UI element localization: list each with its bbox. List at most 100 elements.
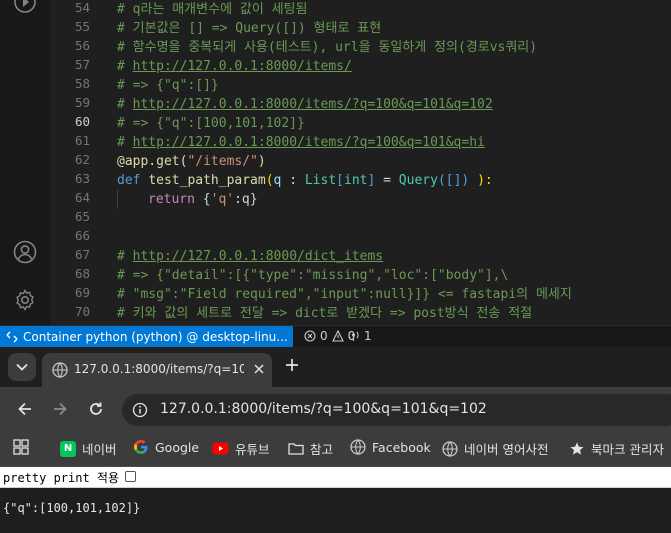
ports-count: 1 (364, 329, 372, 343)
error-icon (304, 330, 316, 342)
bookmark-google[interactable]: Google (133, 439, 199, 455)
keyword-def: def (117, 173, 141, 188)
bracket-open: [ (336, 173, 344, 188)
line-number: 57 (74, 57, 90, 72)
line-number: 54 (74, 0, 90, 15)
comment-hash: # (117, 59, 133, 74)
folder-icon (288, 442, 304, 455)
comment-hash: # (117, 249, 133, 264)
comment-link[interactable]: http://127.0.0.1:8000/items/?q=100&q=101… (133, 135, 485, 150)
google-icon (134, 440, 148, 454)
bookmark-label: Facebook (372, 439, 431, 455)
comment-hash: # (117, 135, 133, 150)
code-line-70: # 키와 값의 세트로 전달 => dict로 받겠다 => post방식 전송… (117, 306, 533, 321)
comment-link[interactable]: http://127.0.0.1:8000/dict_items (133, 249, 383, 264)
bookmark-youtube[interactable]: 유튜브 (212, 439, 270, 458)
paren-close: ): (477, 173, 493, 188)
tab-strip: 127.0.0.1:8000/items/?q=100&q=101&q=102 (0, 347, 671, 387)
facebook-icon (350, 439, 366, 455)
brace-open: { (194, 192, 211, 207)
line-number: 68 (74, 266, 90, 281)
code-line-59: # http://127.0.0.1:8000/items/?q=100&q=1… (117, 95, 493, 114)
browser-tab[interactable]: 127.0.0.1:8000/items/?q=100&q=101&q=102 (42, 353, 272, 387)
back-icon[interactable] (16, 400, 34, 418)
code-editor: 54 55 56 57 58 59 60 61 62 63 64 65 66 6… (0, 0, 671, 325)
page-content: pretty print 적용 {"q":[100,101,102]} (0, 467, 671, 533)
line-number: 59 (74, 95, 90, 110)
run-debug-icon[interactable] (13, 0, 37, 14)
apps-button[interactable] (13, 439, 29, 455)
bookmark-label: 유튜브 (235, 442, 270, 457)
comment-link[interactable]: http://127.0.0.1:8000/items/ (133, 59, 352, 74)
query-class: Query (398, 173, 438, 188)
type-int: int (344, 173, 368, 188)
line-number-active: 60 (74, 114, 90, 129)
reload-icon[interactable] (87, 400, 105, 418)
dict-key-string: 'q' (210, 192, 235, 207)
route-string: "/items/" (187, 154, 258, 169)
comment-hash: # (117, 97, 133, 112)
apps-grid-icon (13, 439, 29, 455)
pretty-print-bar: pretty print 적용 (0, 467, 671, 488)
json-response: {"q":[100,101,102]} (3, 501, 141, 515)
account-icon[interactable] (13, 240, 37, 264)
line-number: 66 (74, 228, 90, 243)
code-line-62: @app.get("/items/") (117, 152, 266, 171)
browser-window: 127.0.0.1:8000/items/?q=100&q=101&q=102 … (0, 347, 671, 533)
code-line-69: # "msg":"Field required","input":null}]}… (117, 287, 572, 302)
code-line-67: # http://127.0.0.1:8000/dict_items (117, 247, 383, 266)
favicon-globe-icon (52, 362, 68, 378)
bookmark-manager[interactable]: 북마크 관리자 (569, 439, 664, 458)
code-line-56: # 함수명을 중복되게 사용(테스트), url을 동일하게 정의(경로vs쿼리… (117, 40, 538, 55)
code-line-64: return {'q':q} (148, 190, 258, 209)
code-line-63: def test_path_param(q : List[int] = Quer… (117, 171, 493, 190)
paren-open: ( (265, 173, 274, 188)
decorator-close: ) (257, 154, 266, 169)
line-number-gutter: 54 55 56 57 58 59 60 61 62 63 64 65 66 6… (50, 0, 96, 325)
activity-bar (0, 0, 50, 325)
tab-close-icon[interactable] (252, 362, 266, 376)
line-number: 67 (74, 247, 90, 262)
keyword-return: return (148, 192, 195, 207)
pretty-print-checkbox[interactable] (125, 471, 136, 482)
address-text: 127.0.0.1:8000/items/?q=100&q=101&q=102 (160, 401, 487, 417)
settings-gear-icon[interactable] (13, 288, 37, 312)
dict-value: :q} (234, 192, 258, 207)
bookmark-label: 북마크 관리자 (591, 442, 664, 457)
forward-icon[interactable] (51, 400, 69, 418)
code-line-61: # http://127.0.0.1:8000/items/?q=100&q=1… (117, 133, 485, 152)
naver-icon: N (60, 440, 76, 457)
line-number: 65 (74, 209, 90, 224)
address-bar[interactable]: 127.0.0.1:8000/items/?q=100&q=101&q=102 (122, 394, 671, 426)
comment-link[interactable]: http://127.0.0.1:8000/items/?q=100&q=101… (133, 97, 493, 112)
bookmark-label: 참고 (310, 442, 334, 457)
bookmark-label: 네이버 영어사전 (464, 442, 549, 457)
browser-toolbar: 127.0.0.1:8000/items/?q=100&q=101&q=102 (0, 387, 671, 433)
line-number: 70 (74, 304, 90, 319)
equals: = (375, 173, 399, 188)
code-line-57: # http://127.0.0.1:8000/items/ (117, 57, 352, 76)
bookmark-naver[interactable]: N 네이버 (60, 439, 117, 458)
decorator: @app.get( (117, 154, 188, 169)
bookmark-label: Google (155, 439, 200, 455)
site-info-icon[interactable] (132, 402, 148, 418)
new-tab-icon[interactable] (284, 357, 300, 373)
tab-search-button[interactable] (8, 353, 36, 381)
line-number: 58 (74, 76, 90, 91)
line-number: 56 (74, 38, 90, 53)
ports-icon (348, 331, 359, 341)
ports-indicator[interactable]: 1 (347, 329, 372, 343)
line-number: 64 (74, 190, 90, 205)
code-line-54: # q라는 매개변수에 값이 세팅됨 (117, 2, 308, 17)
status-bar: Container python (python) @ desktop-linu… (0, 325, 671, 348)
youtube-icon (212, 442, 229, 455)
code-line-68: # => {"detail":[{"type":"missing","loc":… (117, 268, 509, 283)
remote-indicator[interactable]: Container python (python) @ desktop-linu… (0, 326, 293, 348)
bookmark-naver-dictionary[interactable]: 네이버 영어사전 (442, 439, 548, 458)
code-area[interactable]: # q라는 매개변수에 값이 세팅됨 # 기본값은 [] => Query([]… (117, 0, 671, 325)
type-colon: : (281, 173, 305, 188)
bookmark-folder[interactable]: 참고 (288, 439, 333, 458)
bookmark-facebook[interactable]: Facebook (350, 439, 431, 455)
tab-search-icon (16, 363, 28, 371)
line-number: 61 (74, 133, 90, 148)
